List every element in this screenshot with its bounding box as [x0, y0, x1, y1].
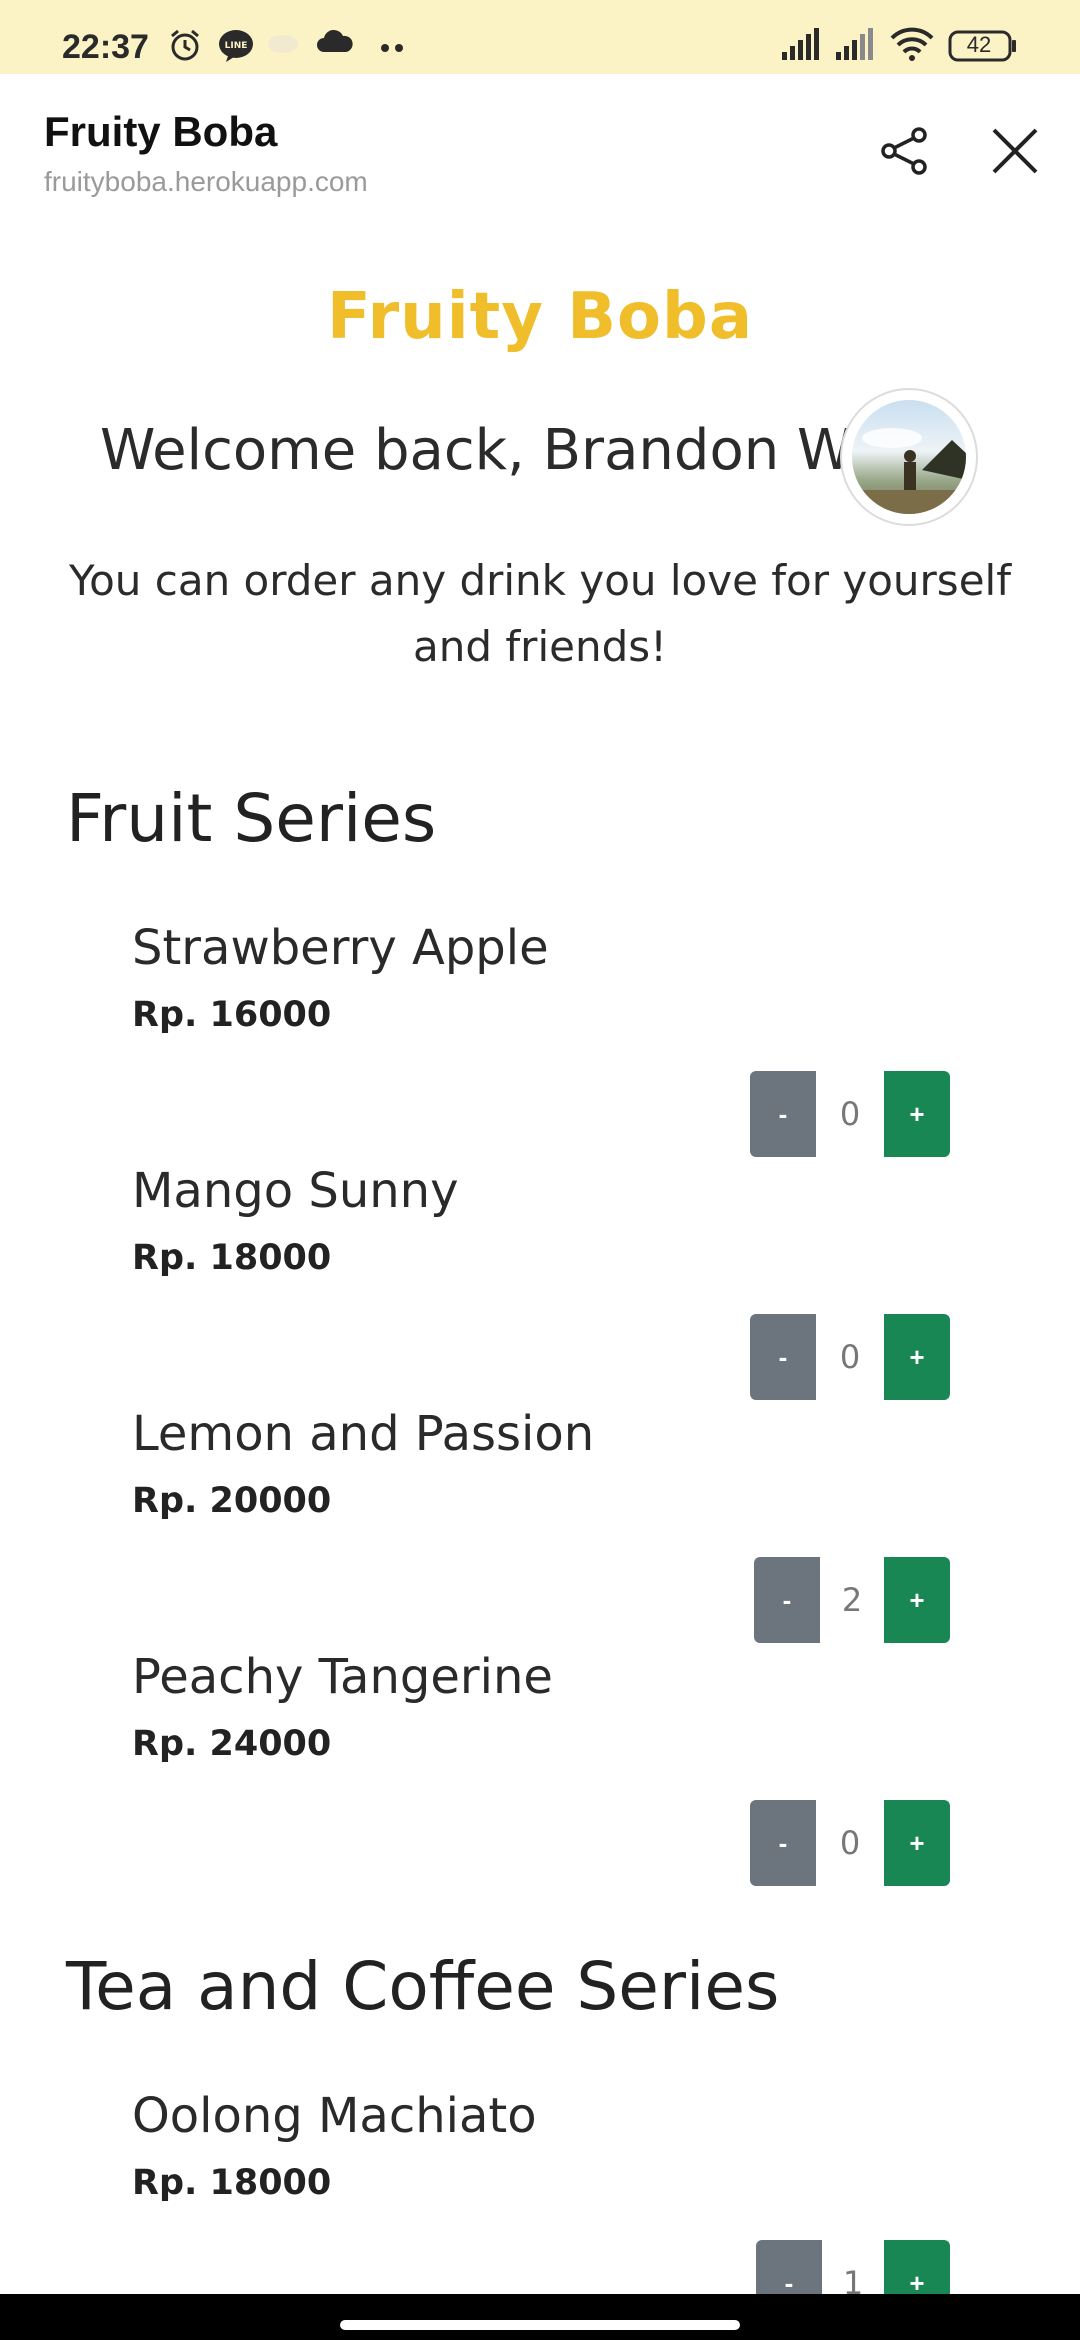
item-name: Mango Sunny: [132, 1163, 459, 1219]
item-price: Rp. 24000: [132, 1724, 332, 1764]
item-name: Peachy Tangerine: [132, 1649, 553, 1705]
signal-icon: [780, 26, 822, 67]
quantity-value: 0: [839, 1095, 861, 1133]
item-name: Lemon and Passion: [132, 1406, 595, 1462]
signal-icon-2: [834, 26, 876, 67]
decrease-button[interactable]: -: [750, 1314, 816, 1400]
close-button[interactable]: [980, 118, 1050, 188]
wifi-icon: [890, 26, 934, 67]
decrease-button[interactable]: -: [754, 1557, 820, 1643]
cloud-icon: [316, 28, 354, 59]
quantity-stepper: - 2 +: [754, 1557, 950, 1643]
svg-text:LINE: LINE: [225, 41, 248, 51]
item-price: Rp. 18000: [132, 2163, 332, 2203]
decrease-button[interactable]: -: [750, 1071, 816, 1157]
status-time: 22:37: [62, 28, 149, 66]
status-bar: 22:37 LINE 42: [0, 0, 1080, 74]
subtitle-text: You can order any drink you love for you…: [69, 556, 1011, 671]
app-url: fruityboba.herokuapp.com: [44, 166, 368, 197]
share-button[interactable]: [870, 118, 940, 188]
battery-level: 42: [966, 32, 992, 57]
increase-button[interactable]: +: [884, 1800, 950, 1886]
section-title-fruit-series: Fruit Series: [66, 780, 437, 857]
navigation-bar: [0, 2294, 1080, 2340]
quantity-stepper: - 0 +: [750, 1800, 950, 1886]
item-price: Rp. 20000: [132, 1481, 332, 1521]
welcome-text: Welcome back, Brandon W.: [100, 418, 864, 483]
more-dots-icon: [380, 40, 406, 58]
item-price: Rp. 18000: [132, 1238, 332, 1278]
battery-icon: 42: [948, 30, 1018, 67]
increase-button[interactable]: +: [884, 1557, 950, 1643]
line-app-icon: LINE: [218, 28, 254, 67]
avatar[interactable]: [840, 388, 978, 526]
item-name: Strawberry Apple: [132, 920, 549, 976]
item-name: Oolong Machiato: [132, 2088, 537, 2144]
increase-button[interactable]: +: [884, 2240, 950, 2294]
increase-button[interactable]: +: [884, 1071, 950, 1157]
quantity-value: 0: [839, 1824, 861, 1862]
item-price: Rp. 16000: [132, 995, 332, 1035]
section-title-tea-coffee-series: Tea and Coffee Series: [66, 1948, 780, 2025]
faded-cloud-icon: [266, 28, 300, 59]
quantity-value: 2: [841, 1581, 863, 1619]
app-header: Fruity Boba fruityboba.herokuapp.com: [0, 74, 1080, 224]
brand-title: Fruity Boba: [326, 280, 754, 354]
share-icon: [879, 125, 931, 182]
home-gesture-handle[interactable]: [340, 2320, 740, 2330]
decrease-button[interactable]: -: [750, 1800, 816, 1886]
close-icon: [990, 126, 1040, 181]
avatar-photo: [852, 400, 966, 514]
quantity-stepper: - 0 +: [750, 1071, 950, 1157]
quantity-value: 0: [839, 1338, 861, 1376]
increase-button[interactable]: +: [884, 1314, 950, 1400]
decrease-button[interactable]: -: [756, 2240, 822, 2294]
quantity-stepper: - 1 +: [756, 2240, 950, 2294]
app-title: Fruity Boba: [44, 108, 278, 155]
quantity-value: 1: [842, 2264, 864, 2294]
alarm-icon: [168, 28, 202, 67]
quantity-stepper: - 0 +: [750, 1314, 950, 1400]
